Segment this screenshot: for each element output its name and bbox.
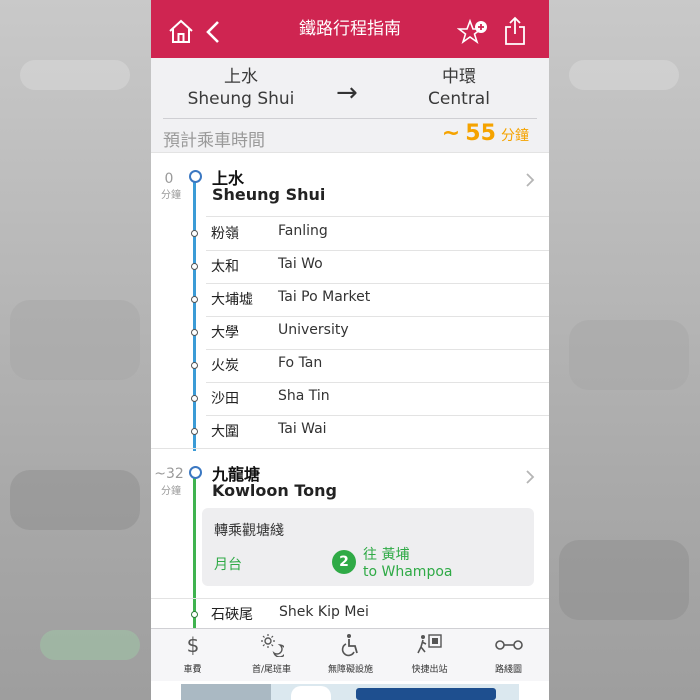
stop-name-en: Sheung Shui bbox=[212, 185, 326, 204]
banner-graphic bbox=[356, 688, 496, 700]
stop-name-zh: 火炭 bbox=[211, 358, 239, 374]
stop-row-interchange[interactable]: ~32 分鐘 九龍塘 Kowloon Tong bbox=[151, 449, 549, 509]
platform-label: 月台 bbox=[214, 557, 242, 573]
stop-row[interactable]: 大學 University bbox=[151, 316, 549, 349]
stop-name-en: Fo Tan bbox=[278, 355, 323, 371]
stop-row[interactable]: 大埔墟 Tai Po Market bbox=[151, 283, 549, 316]
destination-station: 中環 Central bbox=[389, 66, 529, 110]
stops-list[interactable]: 0 分鐘 上水 Sheung Shui 粉嶺 Fanling 太和 Tai Wo… bbox=[151, 152, 549, 628]
dollar-icon: $ bbox=[153, 633, 232, 657]
tab-route-map[interactable]: 路綫圖 bbox=[469, 629, 548, 681]
stop-row-origin[interactable]: 0 分鐘 上水 Sheung Shui bbox=[151, 152, 549, 216]
origin-name-en: Sheung Shui bbox=[187, 89, 295, 109]
tab-fare[interactable]: $ 車費 bbox=[153, 629, 232, 681]
stop-name-en: Shek Kip Mei bbox=[279, 604, 369, 620]
stop-row[interactable]: 太和 Tai Wo bbox=[151, 250, 549, 283]
station-marker bbox=[189, 170, 202, 183]
interchange-info: 轉乘觀塘綫 月台 2 往 黃埔 to Whampoa bbox=[202, 508, 534, 586]
tab-label: 快捷出站 bbox=[411, 665, 448, 675]
stop-time: ~32 bbox=[154, 466, 184, 482]
stop-row[interactable]: 粉嶺 Fanling bbox=[151, 217, 549, 250]
background-right bbox=[549, 0, 700, 700]
estimated-minutes: 55 bbox=[465, 121, 496, 146]
estimated-time-value: ~ 55 分鐘 bbox=[442, 121, 529, 146]
interchange-title: 轉乘觀塘綫 bbox=[214, 523, 284, 539]
stop-marker bbox=[191, 395, 198, 402]
stop-row[interactable]: 大圍 Tai Wai bbox=[151, 415, 549, 448]
share-icon[interactable] bbox=[503, 16, 527, 50]
destination-name-zh: 中環 bbox=[442, 67, 476, 87]
arrow-right-icon: → bbox=[336, 78, 358, 108]
stop-row[interactable]: 火炭 Fo Tan bbox=[151, 349, 549, 382]
stop-marker bbox=[191, 428, 198, 435]
banner-graphic bbox=[291, 686, 331, 700]
platform-number-badge: 2 bbox=[332, 550, 356, 574]
star-add-icon[interactable] bbox=[456, 18, 489, 50]
stop-marker bbox=[191, 362, 198, 369]
tab-label: 首/尾班車 bbox=[251, 665, 292, 675]
stop-row[interactable]: 沙田 Sha Tin bbox=[151, 382, 549, 415]
route-map-icon bbox=[469, 633, 548, 657]
advertisement-banner[interactable] bbox=[181, 684, 519, 700]
stop-name-zh: 太和 bbox=[211, 259, 239, 275]
tab-first-last-train[interactable]: 首/尾班車 bbox=[232, 629, 311, 681]
estimated-unit: 分鐘 bbox=[501, 128, 529, 144]
stop-name-zh: 大圍 bbox=[211, 424, 239, 440]
tab-label: 無障礙設施 bbox=[327, 665, 373, 675]
stop-name-en: Tai Wai bbox=[278, 421, 327, 437]
tab-label: 車費 bbox=[183, 665, 202, 675]
stop-marker bbox=[191, 230, 198, 237]
chevron-right-icon bbox=[525, 469, 535, 490]
stop-marker bbox=[191, 611, 198, 618]
route-summary: 上水 Sheung Shui → 中環 Central 預計乘車時間 ~ 55 … bbox=[151, 58, 549, 152]
stop-marker bbox=[191, 329, 198, 336]
top-bar: 鐵路行程指南 bbox=[151, 0, 549, 58]
origin-name-zh: 上水 bbox=[224, 67, 258, 87]
bottom-tab-bar: $ 車費 首/尾班車 無障礙設施 快捷出站 路綫圖 bbox=[151, 628, 549, 681]
stop-name-en: Kowloon Tong bbox=[212, 481, 337, 500]
stop-name-zh: 粉嶺 bbox=[211, 226, 239, 242]
estimated-time-label: 預計乘車時間 bbox=[163, 131, 265, 151]
stop-name-en: University bbox=[278, 322, 349, 338]
quick-exit-icon bbox=[390, 633, 469, 657]
wheelchair-icon bbox=[311, 633, 390, 657]
stop-name-en: Tai Wo bbox=[278, 256, 323, 272]
background-left bbox=[0, 0, 151, 700]
stop-name-zh: 大埔墟 bbox=[211, 292, 253, 308]
stop-time-unit: 分鐘 bbox=[161, 486, 181, 497]
direction-zh: 往 黃埔 bbox=[363, 547, 410, 563]
phone-screen: 鐵路行程指南 上水 Sheung Shui → 中環 Central 預計乘車時… bbox=[151, 0, 549, 700]
tab-label: 路綫圖 bbox=[494, 665, 522, 675]
tab-accessibility[interactable]: 無障礙設施 bbox=[311, 629, 390, 681]
stop-name-en: Fanling bbox=[278, 223, 328, 239]
stop-marker bbox=[191, 296, 198, 303]
stop-row[interactable]: 石硤尾 Shek Kip Mei bbox=[151, 598, 549, 628]
stop-name-zh: 石硤尾 bbox=[211, 607, 253, 623]
station-marker bbox=[189, 466, 202, 479]
page-title: 鐵路行程指南 bbox=[299, 19, 401, 39]
origin-station: 上水 Sheung Shui bbox=[171, 66, 311, 110]
banner-image bbox=[181, 684, 271, 700]
tab-quick-exit[interactable]: 快捷出站 bbox=[390, 629, 469, 681]
destination-name-en: Central bbox=[428, 89, 490, 109]
divider bbox=[163, 118, 537, 119]
svg-text:$: $ bbox=[186, 633, 199, 657]
stop-time-unit: 分鐘 bbox=[161, 190, 181, 201]
first-last-train-icon bbox=[232, 633, 311, 658]
stop-name-zh: 大學 bbox=[211, 325, 239, 341]
stop-time: 0 bbox=[164, 171, 174, 187]
stop-name-en: Tai Po Market bbox=[278, 289, 371, 305]
direction-en: to Whampoa bbox=[363, 564, 453, 580]
stop-name-zh: 沙田 bbox=[211, 391, 239, 407]
stop-name-en: Sha Tin bbox=[278, 388, 330, 404]
chevron-right-icon bbox=[525, 172, 535, 193]
estimated-prefix: ~ bbox=[441, 121, 461, 146]
stop-marker bbox=[191, 263, 198, 270]
